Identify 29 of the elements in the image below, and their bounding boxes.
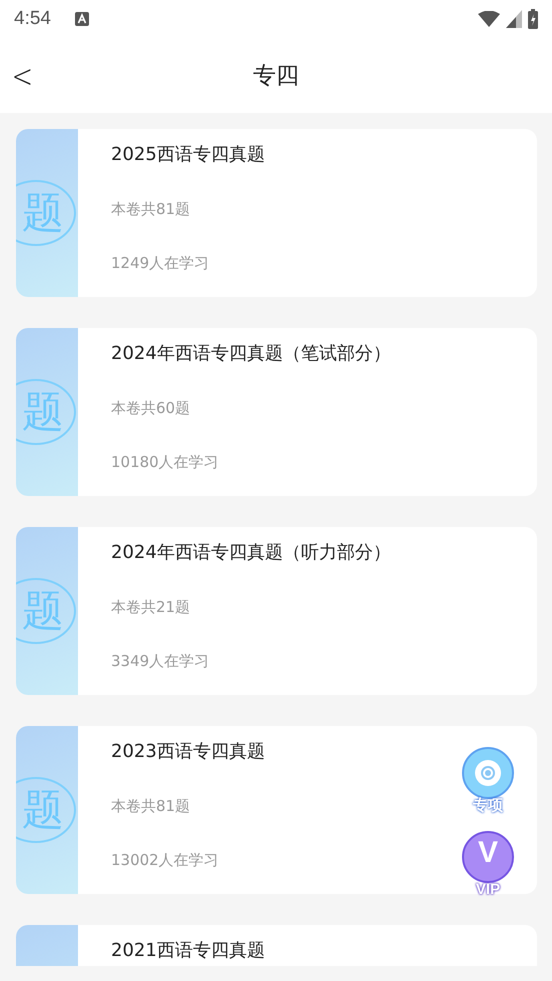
paper-title: 2021西语专四真题 xyxy=(111,939,265,963)
question-count: 本卷共21题 xyxy=(111,597,192,618)
keyboard-icon xyxy=(74,12,89,26)
question-count: 本卷共81题 xyxy=(111,796,192,817)
learner-count: 3349人在学习 xyxy=(111,651,210,672)
paper-card[interactable]: 2021西语专四真题 xyxy=(16,925,537,966)
cover-stamp: 题 xyxy=(16,379,76,445)
learner-count: 1249人在学习 xyxy=(111,253,210,274)
cover-stamp: 题 xyxy=(16,180,76,246)
paper-title: 2023西语专四真题 xyxy=(111,740,265,764)
battery-icon xyxy=(528,9,538,29)
paper-card[interactable]: 题 2024年西语专四真题（笔试部分） 本卷共60题 10180人在学习 xyxy=(16,328,537,496)
paper-title: 2024年西语专四真题（笔试部分） xyxy=(111,342,391,366)
question-count: 本卷共60题 xyxy=(111,398,192,419)
paper-card[interactable]: 题 2024年西语专四真题（听力部分） 本卷共21题 3349人在学习 xyxy=(16,527,537,695)
learner-count: 10180人在学习 xyxy=(111,452,220,473)
signal-icon xyxy=(506,10,522,28)
cover-stamp: 题 xyxy=(16,777,76,843)
page-title: 专四 xyxy=(253,62,299,91)
status-time: 4:54 xyxy=(14,8,51,30)
paper-title: 2025西语专四真题 xyxy=(111,143,265,167)
question-count: 本卷共81题 xyxy=(111,199,192,220)
paper-card[interactable]: 题 2025西语专四真题 本卷共81题 1249人在学习 xyxy=(16,129,537,297)
wifi-icon xyxy=(478,11,500,27)
target-icon xyxy=(474,759,502,787)
cover-stamp: 题 xyxy=(16,578,76,644)
learner-count: 13002人在学习 xyxy=(111,850,220,871)
paper-title: 2024年西语专四真题（听力部分） xyxy=(111,541,391,565)
back-button[interactable]: < xyxy=(4,60,34,92)
